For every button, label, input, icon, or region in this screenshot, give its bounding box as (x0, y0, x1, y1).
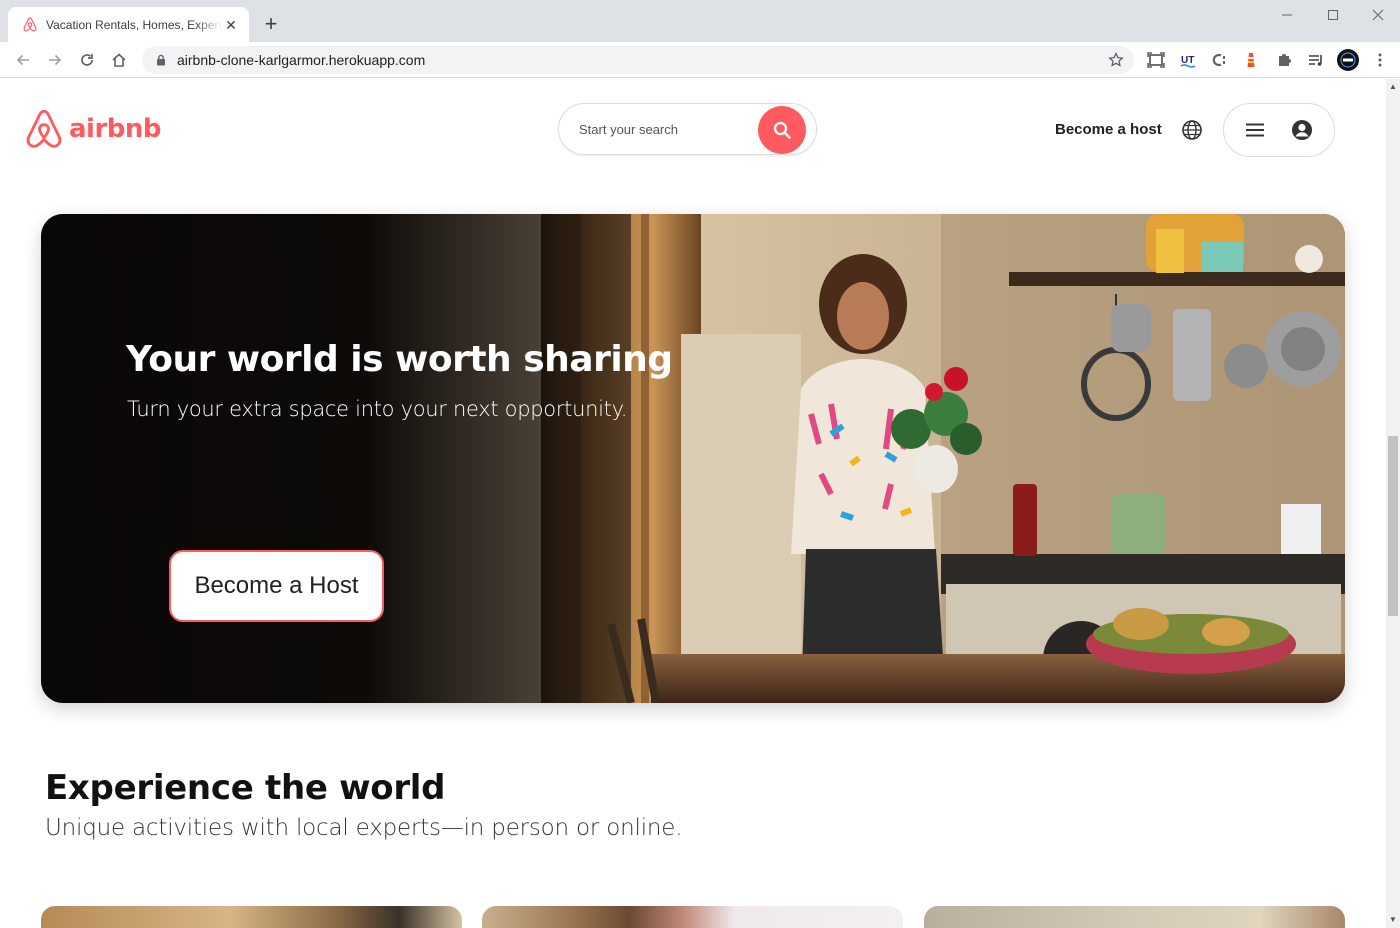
c-extension-icon[interactable] (1210, 50, 1230, 70)
experience-card[interactable] (482, 906, 903, 928)
scrollbar-thumb[interactable] (1388, 436, 1398, 616)
url-text: airbnb-clone-karlgarmor.herokuapp.com (177, 52, 426, 68)
puzzle-icon[interactable] (1274, 50, 1294, 70)
lighthouse-icon[interactable] (1241, 50, 1261, 70)
scroll-up-arrow-icon[interactable]: ▲ (1389, 83, 1397, 91)
search-button[interactable] (758, 106, 806, 154)
page-scrollbar[interactable]: ▲ ▼ (1386, 79, 1400, 928)
experience-section-subtitle: Unique activities with local experts—in … (45, 815, 683, 841)
reload-icon[interactable] (73, 46, 101, 74)
hero-subtitle: Turn your extra space into your next opp… (127, 397, 628, 421)
browser-tab[interactable]: Vacation Rentals, Homes, Experiences & P… (8, 7, 249, 42)
logo-wordmark: airbnb (69, 114, 162, 144)
airbnb-belo-icon (26, 109, 62, 148)
ut-extension-icon[interactable]: UT (1178, 50, 1198, 70)
page-viewport: airbnb Start your search Become a host Y… (0, 79, 1386, 928)
bookmark-star-icon[interactable] (1108, 52, 1124, 68)
hero-title: Your world is worth sharing (126, 339, 673, 380)
svg-text:UT: UT (1181, 55, 1194, 66)
become-a-host-button[interactable]: Become a Host (169, 550, 384, 622)
window-maximize-button[interactable] (1310, 0, 1356, 30)
airbnb-favicon-icon (22, 17, 38, 33)
profile-menu-button[interactable] (1223, 103, 1335, 157)
window-close-button[interactable] (1355, 0, 1400, 30)
tab-close-icon[interactable]: ✕ (223, 17, 239, 33)
lock-icon[interactable] (154, 53, 168, 67)
globe-icon[interactable] (1181, 119, 1203, 141)
become-host-link[interactable]: Become a host (1055, 121, 1162, 138)
search-placeholder: Start your search (579, 121, 678, 137)
experience-card[interactable] (41, 906, 462, 928)
profile-avatar[interactable] (1337, 49, 1359, 71)
tab-title: Vacation Rentals, Homes, Experiences & P… (46, 17, 222, 32)
scroll-down-arrow-icon[interactable]: ▼ (1389, 916, 1397, 924)
experience-card[interactable] (924, 906, 1345, 928)
experience-section-title: Experience the world (45, 768, 446, 808)
hamburger-menu-icon (1246, 123, 1264, 137)
hero-banner: Your world is worth sharing Turn your ex… (41, 214, 1345, 703)
search-bar[interactable]: Start your search (558, 103, 817, 155)
address-bar[interactable]: airbnb-clone-karlgarmor.herokuapp.com (142, 46, 1134, 74)
airbnb-logo[interactable]: airbnb (25, 107, 162, 151)
screenshot-icon[interactable] (1146, 50, 1166, 70)
hero-photo (41, 214, 1345, 703)
back-arrow-icon[interactable] (9, 46, 37, 74)
kebab-menu-icon[interactable] (1370, 50, 1390, 70)
window-minimize-button[interactable] (1264, 0, 1310, 30)
forward-arrow-icon[interactable] (41, 46, 69, 74)
browser-toolbar: airbnb-clone-karlgarmor.herokuapp.com UT (0, 42, 1400, 78)
media-queue-icon[interactable] (1306, 50, 1326, 70)
home-icon[interactable] (105, 46, 133, 74)
browser-tabstrip: Vacation Rentals, Homes, Experiences & P… (0, 0, 1400, 42)
user-avatar-icon (1292, 120, 1312, 140)
search-icon (773, 121, 791, 139)
new-tab-button[interactable]: + (258, 12, 284, 38)
